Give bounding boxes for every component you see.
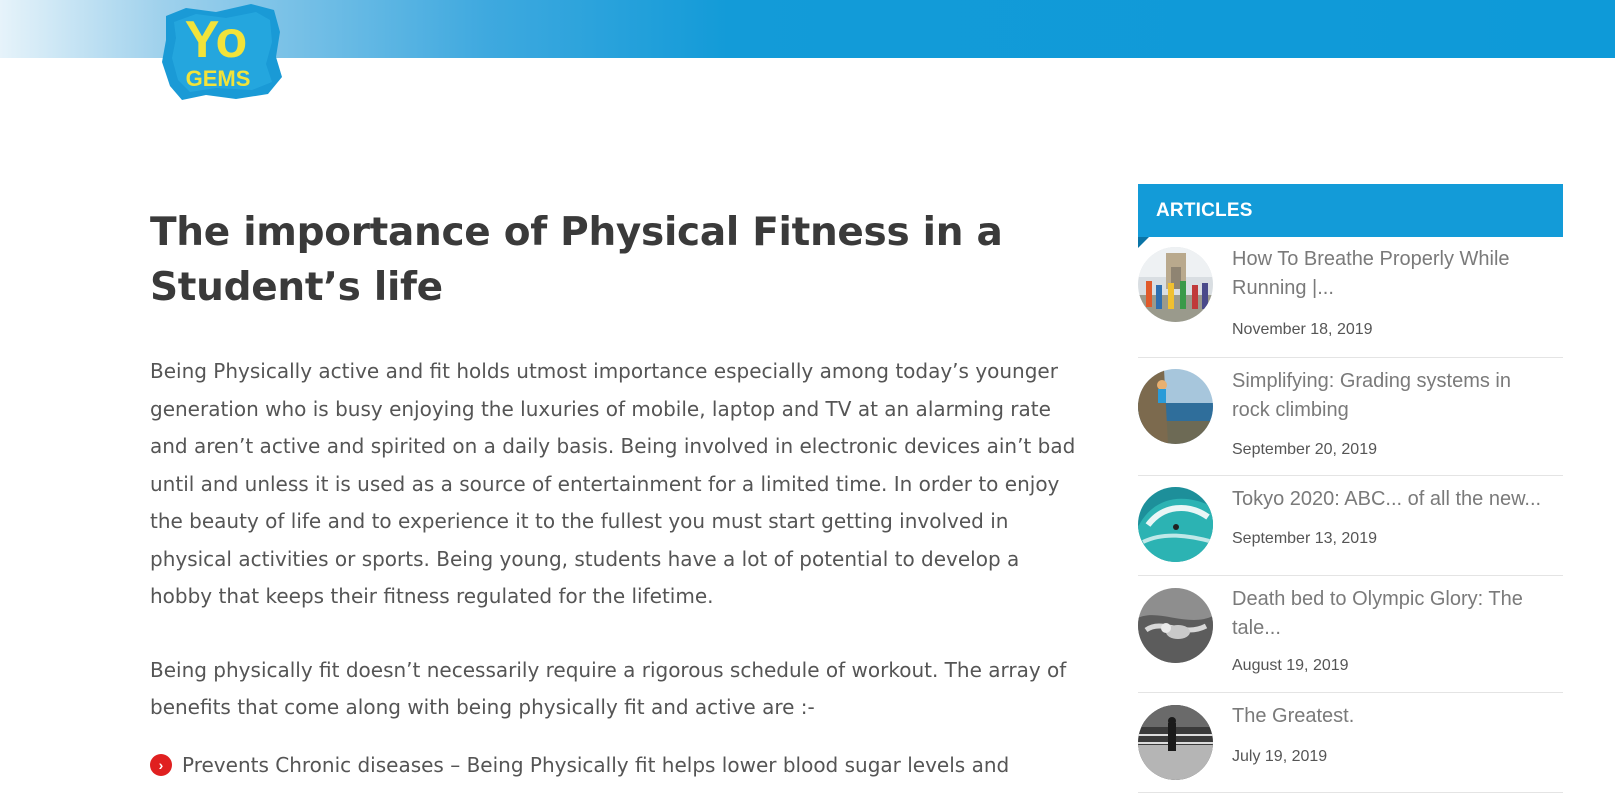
climber-photo-thumbnail[interactable] <box>1138 369 1213 444</box>
boxing-ring-photo <box>1138 705 1213 780</box>
yogems-logo[interactable]: Yo GEMS <box>156 2 284 102</box>
article-title: The importance of Physical Fitness in a … <box>150 210 1003 310</box>
sidebar-article-item[interactable]: How To Breathe Properly While Running |.… <box>1138 237 1563 358</box>
article-paragraph-2: Being physically fit doesn’t necessarily… <box>150 657 1067 720</box>
swimmer-photo-thumbnail[interactable] <box>1138 588 1213 663</box>
benefit-list-item: › Prevents Chronic diseases – Being Phys… <box>150 753 1090 777</box>
sidebar-article-title[interactable]: Tokyo 2020: ABC... of all the new... <box>1232 485 1552 514</box>
sidebar-article-date: July 19, 2019 <box>1232 748 1328 765</box>
sidebar-article-title[interactable]: Simplifying: Grading systems in rock cli… <box>1232 367 1552 425</box>
sidebar-article-date: September 20, 2019 <box>1232 441 1377 458</box>
benefit-text: Prevents Chronic diseases – Being Physic… <box>182 753 1010 777</box>
runners-photo-thumbnail[interactable] <box>1138 247 1213 322</box>
sidebar-article-title[interactable]: How To Breathe Properly While Running |.… <box>1232 245 1552 303</box>
logo-text-top: Yo <box>185 11 248 69</box>
sidebar-article-item[interactable]: The Greatest. July 19, 2019 <box>1138 693 1563 793</box>
sidebar-heading: ARTICLES <box>1138 184 1563 248</box>
sidebar-article-date: November 18, 2019 <box>1232 321 1373 338</box>
sidebar-article-title[interactable]: The Greatest. <box>1232 702 1552 731</box>
sidebar-article-item[interactable]: Simplifying: Grading systems in rock cli… <box>1138 358 1563 476</box>
article-paragraph-1: Being Physically active and fit holds ut… <box>150 359 1076 608</box>
sidebar-article-item[interactable]: Death bed to Olympic Glory: The tale... … <box>1138 576 1563 693</box>
swimmer-photo <box>1138 588 1213 663</box>
sidebar-article-title[interactable]: Death bed to Olympic Glory: The tale... <box>1232 585 1552 643</box>
sidebar-article-item[interactable]: Tokyo 2020: ABC... of all the new... Sep… <box>1138 476 1563 576</box>
surf-wave-photo <box>1138 487 1213 562</box>
articles-sidebar: ARTICLES How To Breathe Properly While R… <box>1138 184 1563 793</box>
sidebar-article-date: August 19, 2019 <box>1232 657 1349 674</box>
boxing-ring-photo-thumbnail[interactable] <box>1138 705 1213 780</box>
sidebar-heading-label: ARTICLES <box>1156 200 1253 221</box>
climber-photo <box>1138 369 1213 444</box>
chevron-right-circle-icon: › <box>150 754 172 776</box>
yogems-logo-graphic: Yo GEMS <box>162 4 282 100</box>
article-content: The importance of Physical Fitness in a … <box>150 205 1090 777</box>
sidebar-article-date: September 13, 2019 <box>1232 530 1377 547</box>
runners-photo <box>1138 247 1213 322</box>
surf-wave-photo-thumbnail[interactable] <box>1138 487 1213 562</box>
logo-text-bottom: GEMS <box>186 66 251 91</box>
